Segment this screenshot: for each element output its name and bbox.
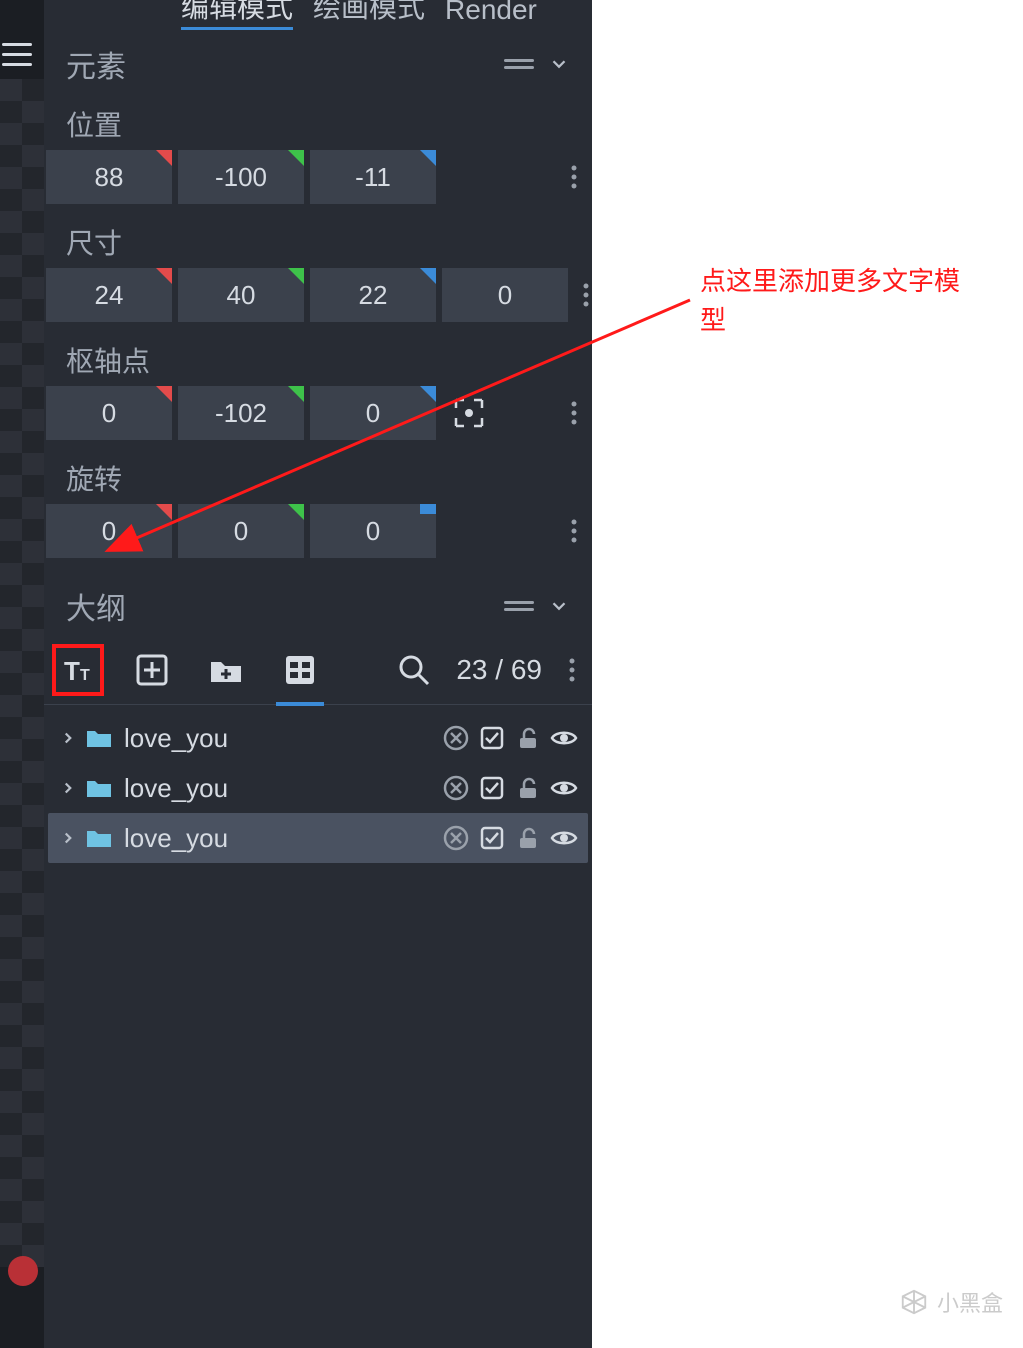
annotation-text: 点这里添加更多文字模型 [700,262,960,340]
pivot-more-icon[interactable] [562,386,586,440]
checkbox-icon[interactable] [474,820,510,856]
search-icon[interactable] [394,644,434,696]
svg-text:T: T [80,667,90,684]
remove-icon[interactable] [438,770,474,806]
lock-icon[interactable] [510,820,546,856]
checkbox-icon[interactable] [474,770,510,806]
rotation-z-input[interactable]: 0 [310,504,436,558]
size-w-input[interactable]: 0 [442,268,568,322]
pivot-y-input[interactable]: -102 [178,386,304,440]
folder-icon [84,823,114,853]
folder-icon [84,773,114,803]
rotation-x-input[interactable]: 0 [46,504,172,558]
outliner-item-name: love_you [124,773,438,804]
visibility-icon[interactable] [546,770,582,806]
tab-render[interactable]: Render [445,0,537,30]
checkerboard-bg [0,79,44,1267]
remove-icon[interactable] [438,720,474,756]
drag-handle-icon[interactable] [504,601,534,611]
pivot-z-input[interactable]: 0 [310,386,436,440]
watermark: 小黑盒 [899,1286,1003,1318]
drag-handle-icon[interactable] [504,59,534,69]
collapse-outliner-icon[interactable] [548,595,570,617]
section-elements-title: 元素 [66,42,504,86]
rotation-y-input[interactable]: 0 [178,504,304,558]
outliner-item-name: love_you [124,823,438,854]
outliner-item-name: love_you [124,723,438,754]
add-folder-button[interactable] [200,644,252,696]
position-label: 位置 [44,86,592,144]
outliner-more-icon[interactable] [564,658,580,682]
position-more-icon[interactable] [562,150,586,204]
expand-icon[interactable] [56,729,80,747]
organize-button[interactable] [274,644,326,696]
size-y-input[interactable]: 40 [178,268,304,322]
size-more-icon[interactable] [574,268,598,322]
position-y-input[interactable]: -100 [178,150,304,204]
lock-icon[interactable] [510,720,546,756]
remove-icon[interactable] [438,820,474,856]
section-outliner-title: 大纲 [66,584,504,628]
record-button[interactable] [8,1256,38,1286]
position-z-input[interactable]: -11 [310,150,436,204]
size-x-input[interactable]: 24 [46,268,172,322]
size-label: 尺寸 [44,204,592,262]
outliner-row[interactable]: love_you [48,763,588,813]
center-pivot-icon[interactable] [442,386,496,440]
position-x-input[interactable]: 88 [46,150,172,204]
outliner-count: 23 / 69 [456,654,542,686]
rotation-label: 旋转 [44,440,592,498]
tab-edit-mode[interactable]: 编辑模式 [181,0,293,30]
visibility-icon[interactable] [546,720,582,756]
pivot-label: 枢轴点 [44,322,592,380]
visibility-icon[interactable] [546,820,582,856]
lock-icon[interactable] [510,770,546,806]
expand-icon[interactable] [56,829,80,847]
tab-paint-mode[interactable]: 绘画模式 [313,0,425,30]
svg-text:T: T [64,656,80,686]
rotation-more-icon[interactable] [562,504,586,558]
checkbox-icon[interactable] [474,720,510,756]
size-z-input[interactable]: 22 [310,268,436,322]
expand-icon[interactable] [56,779,80,797]
outliner-row[interactable]: love_you [48,813,588,863]
folder-icon [84,723,114,753]
collapse-elements-icon[interactable] [548,53,570,75]
add-element-button[interactable] [126,644,178,696]
outliner-row[interactable]: love_you [48,713,588,763]
menu-icon[interactable] [0,38,36,70]
add-text-button[interactable]: TT [52,644,104,696]
pivot-x-input[interactable]: 0 [46,386,172,440]
